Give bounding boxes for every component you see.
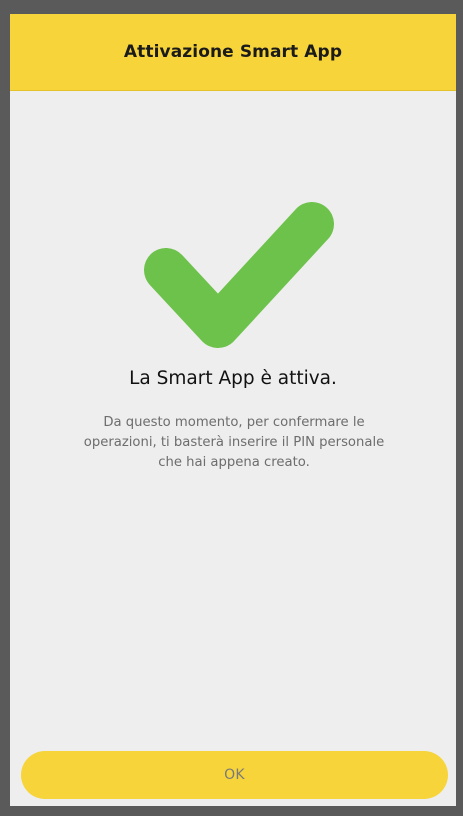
status-title: La Smart App è attiva. xyxy=(129,368,337,389)
checkmark-icon xyxy=(144,202,334,348)
status-description: Da questo momento, per confermare le ope… xyxy=(44,413,424,473)
description-line: Da questo momento, per confermare le xyxy=(103,415,365,430)
ok-button-label: OK xyxy=(224,767,245,783)
app-screen: Attivazione Smart App La Smart App è att… xyxy=(10,14,456,806)
description-line: che hai appena creato. xyxy=(158,455,310,470)
header-bar: Attivazione Smart App xyxy=(10,14,456,91)
description-line: operazioni, ti basterà inserire il PIN p… xyxy=(83,435,385,450)
device-frame: Attivazione Smart App La Smart App è att… xyxy=(0,0,463,816)
page-title: Attivazione Smart App xyxy=(123,42,343,62)
ok-button[interactable]: OK xyxy=(21,751,448,799)
